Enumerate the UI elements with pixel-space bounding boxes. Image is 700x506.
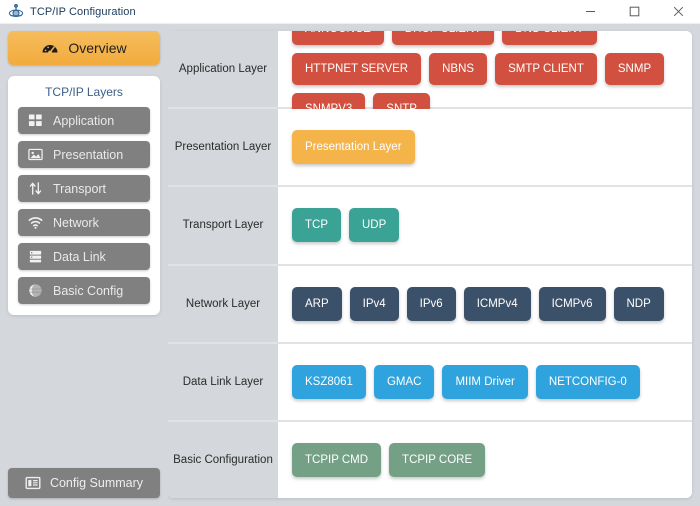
protocol-chip[interactable]: ARP <box>292 286 342 321</box>
protocol-chip[interactable]: HTTPNET SERVER <box>292 53 422 86</box>
sidebar-item-label: Application <box>53 113 115 128</box>
protocol-chip[interactable]: TCPIP CORE <box>389 442 486 477</box>
layer-row-presentation: Presentation Layer Presentation Layer <box>168 109 692 188</box>
server-rack-icon <box>29 250 42 263</box>
row-label: Data Link Layer <box>168 343 278 420</box>
sidebar-item-label: Network <box>53 215 99 230</box>
protocol-chip[interactable]: ICMPv4 <box>463 286 531 321</box>
sidebar-item-basic-config[interactable]: Basic Config <box>18 277 150 304</box>
row-items: ARP IPv4 IPv6 ICMPv4 ICMPv6 NDP <box>278 266 692 342</box>
application-window: TCP/IP Configuration Overview TCP/IP Lay… <box>0 0 700 506</box>
row-label: Transport Layer <box>168 187 278 264</box>
sidebar-item-label: Transport <box>53 181 107 196</box>
protocol-chip[interactable]: ICMPv6 <box>538 286 606 321</box>
row-items: KSZ8061 GMAC MIIM Driver NETCONFIG-0 <box>278 344 692 420</box>
grid-squares-icon <box>28 114 42 126</box>
row-items: TCP UDP <box>278 187 692 263</box>
protocol-chip[interactable]: KSZ8061 <box>292 364 366 399</box>
list-panel-icon <box>25 476 41 490</box>
globe-icon <box>29 284 43 297</box>
sidebar-item-label: Presentation <box>53 147 124 162</box>
network-globe-icon <box>8 3 24 17</box>
row-label: Network Layer <box>168 265 278 342</box>
layer-row-transport: Transport Layer TCP UDP <box>168 187 692 266</box>
overview-button[interactable]: Overview <box>8 31 160 65</box>
sidebar-item-label: Basic Config <box>53 283 124 298</box>
protocol-chip[interactable]: SNMP <box>604 53 665 86</box>
protocol-chip[interactable]: TCPIP CMD <box>292 442 382 477</box>
row-items: Presentation Layer <box>278 109 692 185</box>
row-items: TCPIP CMD TCPIP CORE <box>278 422 692 498</box>
protocol-chip[interactable]: DHCP CLIENT <box>391 31 495 46</box>
sidebar-item-network[interactable]: Network <box>18 209 150 236</box>
config-summary-button[interactable]: Config Summary <box>8 468 160 498</box>
row-label: Basic Configuration <box>168 421 278 498</box>
layer-row-network: Network Layer ARP IPv4 IPv6 ICMPv4 ICMPv… <box>168 265 692 344</box>
sidebar-item-application[interactable]: Application <box>18 107 150 134</box>
sidebar-item-transport[interactable]: Transport <box>18 175 150 202</box>
window-body: Overview TCP/IP Layers Application Prese… <box>0 24 700 506</box>
title-bar: TCP/IP Configuration <box>0 0 700 24</box>
protocol-chip[interactable]: UDP <box>349 208 400 243</box>
up-down-arrows-icon <box>29 182 42 195</box>
sidebar-item-data-link[interactable]: Data Link <box>18 243 150 270</box>
close-button[interactable] <box>656 0 700 24</box>
config-summary-label: Config Summary <box>49 476 144 490</box>
minimize-button[interactable] <box>568 0 612 24</box>
protocol-chip[interactable]: DNS CLIENT <box>502 31 597 46</box>
protocol-chip[interactable]: TCP <box>292 208 341 243</box>
protocol-chip[interactable]: SMTP CLIENT <box>495 53 597 86</box>
protocol-chip[interactable]: Presentation Layer <box>292 130 415 165</box>
layer-row-application: Application Layer ANNOUNCE DHCP CLIENT D… <box>168 31 692 126</box>
row-label: Application Layer <box>168 31 278 108</box>
maximize-button[interactable] <box>612 0 656 24</box>
layer-row-data-link: Data Link Layer KSZ8061 GMAC MIIM Driver… <box>168 343 692 422</box>
layer-row-basic-configuration: Basic Configuration TCPIP CMD TCPIP CORE <box>168 421 692 498</box>
tcpip-layers-card: TCP/IP Layers Application Presentation T… <box>8 76 160 315</box>
protocol-chip[interactable]: NBNS <box>429 53 488 86</box>
protocol-chip[interactable]: NDP <box>613 286 664 321</box>
wifi-icon <box>28 217 43 229</box>
row-label: Presentation Layer <box>168 109 278 186</box>
sidebar: Overview TCP/IP Layers Application Prese… <box>0 24 168 506</box>
image-icon <box>28 148 43 161</box>
sidebar-item-presentation[interactable]: Presentation <box>18 141 150 168</box>
protocol-chip[interactable]: IPv4 <box>349 286 399 321</box>
layer-table: Application Layer ANNOUNCE DHCP CLIENT D… <box>168 31 692 498</box>
protocol-chip[interactable]: NETCONFIG-0 <box>535 364 640 399</box>
window-title: TCP/IP Configuration <box>30 5 136 18</box>
overview-label: Overview <box>68 40 127 56</box>
dashboard-gauge-icon <box>42 45 58 55</box>
protocol-chip[interactable]: ANNOUNCE <box>292 31 384 46</box>
layers-card-title: TCP/IP Layers <box>45 85 123 99</box>
protocol-chip[interactable]: GMAC <box>373 364 435 399</box>
window-controls <box>568 0 700 24</box>
sidebar-item-label: Data Link <box>53 249 106 264</box>
main-content: Application Layer ANNOUNCE DHCP CLIENT D… <box>168 24 700 506</box>
protocol-chip[interactable]: IPv6 <box>406 286 456 321</box>
row-items: ANNOUNCE DHCP CLIENT DNS CLIENT HTTPNET … <box>278 31 692 126</box>
protocol-chip[interactable]: MIIM Driver <box>442 364 528 399</box>
